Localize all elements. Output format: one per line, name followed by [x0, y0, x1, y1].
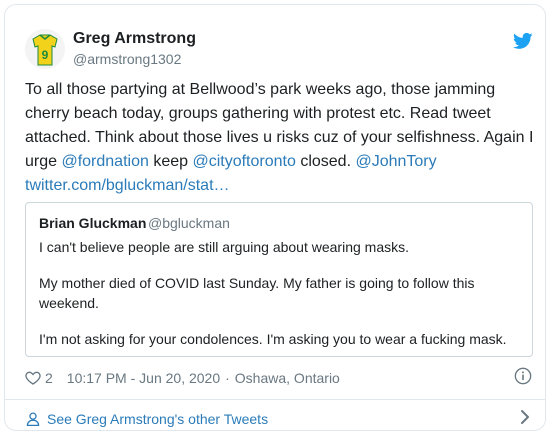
author-name[interactable]: Greg Armstrong [73, 30, 196, 48]
embedded-tweet-card: 9 Greg Armstrong @armstrong1302 To all t… [4, 4, 546, 431]
heart-icon[interactable] [25, 370, 41, 386]
avatar[interactable]: 9 [25, 29, 65, 69]
quoted-text-line-3: weekend. [39, 295, 99, 311]
mention-cityoftoronto[interactable]: @cityoftoronto [192, 153, 295, 170]
author-handle[interactable]: @armstrong1302 [73, 51, 181, 67]
quoted-tweet[interactable]: Brian Gluckman @bgluckman I can't believ… [25, 202, 533, 357]
mention-fordnation[interactable]: @fordnation [61, 153, 148, 170]
person-icon [25, 411, 41, 427]
chevron-right-icon[interactable] [519, 408, 531, 426]
tweet-link[interactable]: twitter.com/bgluckman/stat… [25, 177, 230, 194]
quoted-text-line-1: I can't believe people are still arguing… [39, 239, 409, 255]
quoted-text-line-2: My mother died of COVID last Sunday. My … [39, 275, 475, 291]
twitter-bird-icon[interactable] [512, 31, 533, 51]
location[interactable]: Oshawa, Ontario [235, 370, 340, 386]
like-count[interactable]: 2 [45, 370, 53, 386]
meta-separator: · [225, 370, 230, 386]
tweet-meta-row: 2 10:17 PM - Jun 20, 2020 · Oshawa, Onta… [25, 367, 340, 389]
quoted-author-name: Brian Gluckman [39, 215, 147, 231]
quoted-text-line-4: I'm not asking for your condolences. I'm… [39, 331, 507, 347]
tweet-text-part-2: keep [148, 153, 193, 170]
tweet-text-part-3: closed. [295, 153, 356, 170]
see-other-tweets-link[interactable]: See Greg Armstrong's other Tweets [25, 409, 268, 429]
mention-johntory[interactable]: @JohnTory [355, 153, 436, 170]
info-icon[interactable] [514, 367, 532, 385]
jersey-number: 9 [42, 48, 49, 62]
quoted-author-handle: @bgluckman [148, 215, 230, 231]
divider [5, 399, 545, 400]
timestamp[interactable]: 10:17 PM - Jun 20, 2020 [67, 370, 220, 386]
see-other-tweets-label[interactable]: See Greg Armstrong's other Tweets [47, 411, 268, 427]
tweet-text: To all those partying at Bellwood’s park… [25, 78, 535, 198]
